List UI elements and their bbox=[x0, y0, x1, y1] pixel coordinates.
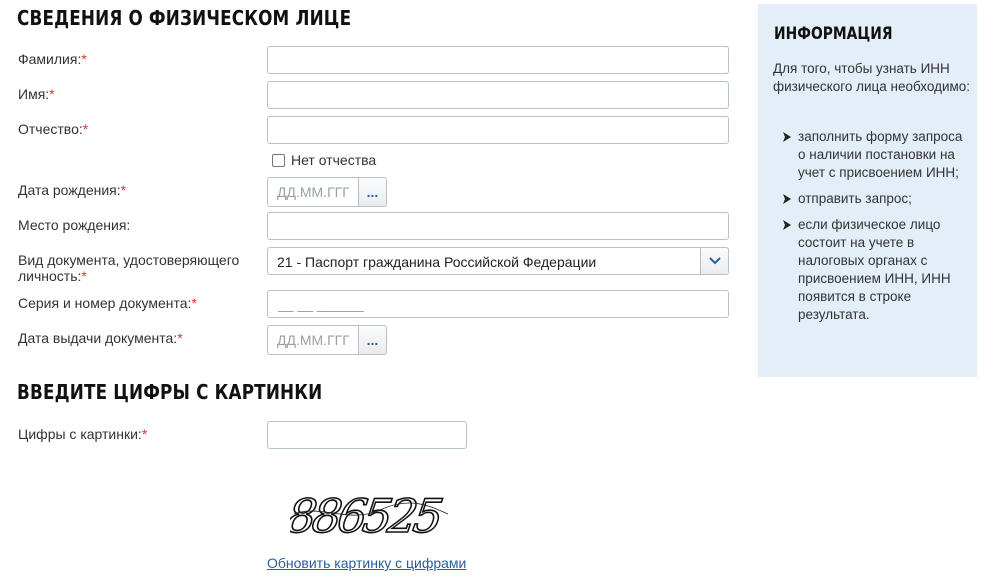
captcha-label: Цифры с картинки:* bbox=[18, 426, 148, 442]
surname-input[interactable] bbox=[267, 46, 729, 74]
issue-date-input[interactable] bbox=[267, 325, 359, 355]
calendar-dots-icon: ... bbox=[366, 332, 379, 348]
captcha-digits: 886525 bbox=[290, 489, 444, 542]
calendar-dots-icon: ... bbox=[366, 184, 379, 200]
doc-type-label: Вид документа, удостоверяющего личность:… bbox=[18, 252, 240, 284]
refresh-captcha-link[interactable]: Обновить картинку с цифрами bbox=[267, 555, 466, 571]
issue-date-picker-button[interactable]: ... bbox=[358, 325, 387, 355]
birth-place-label: Место рождения: bbox=[18, 217, 131, 233]
issue-date-group: ... bbox=[267, 325, 387, 355]
arrow-bullet-icon bbox=[783, 220, 791, 230]
patronymic-label: Отчество:* bbox=[18, 121, 89, 137]
birth-date-group: ... bbox=[267, 177, 387, 207]
issue-date-label: Дата выдачи документа:* bbox=[18, 330, 183, 346]
chevron-down-icon bbox=[708, 257, 721, 265]
doc-number-input[interactable] bbox=[267, 290, 729, 318]
info-list-item: заполнить форму запроса о наличии постан… bbox=[782, 128, 972, 182]
section-title-captcha: ВВЕДИТЕ ЦИФРЫ С КАРТИНКИ bbox=[17, 380, 323, 404]
doc-number-label: Серия и номер документа:* bbox=[18, 295, 197, 311]
doc-type-select[interactable]: 21 - Паспорт гражданина Российской Федер… bbox=[267, 247, 729, 275]
info-list: заполнить форму запроса о наличии постан… bbox=[782, 128, 972, 332]
birth-date-label: Дата рождения:* bbox=[18, 182, 127, 198]
info-intro: Для того, чтобы узнать ИНН физического л… bbox=[773, 61, 971, 94]
birth-date-input[interactable] bbox=[267, 177, 359, 207]
no-patronymic-checkbox[interactable] bbox=[272, 153, 285, 167]
info-panel: ИНФОРМАЦИЯ Для того, чтобы узнать ИНН фи… bbox=[758, 4, 977, 377]
patronymic-input[interactable] bbox=[267, 116, 729, 144]
no-patronymic-label: Нет отчества bbox=[291, 152, 377, 168]
arrow-bullet-icon bbox=[783, 132, 791, 142]
info-list-item: если физическое лицо состоит на учете в … bbox=[782, 216, 972, 324]
arrow-bullet-icon bbox=[783, 194, 791, 204]
captcha-image: 886525 bbox=[290, 488, 449, 542]
name-input[interactable] bbox=[267, 81, 729, 109]
info-list-item: отправить запрос; bbox=[782, 190, 972, 208]
doc-type-selected-value: 21 - Паспорт гражданина Российской Федер… bbox=[277, 254, 597, 270]
birth-date-picker-button[interactable]: ... bbox=[358, 177, 387, 207]
info-title: ИНФОРМАЦИЯ bbox=[774, 24, 893, 43]
name-label: Имя:* bbox=[18, 86, 55, 102]
doc-type-dropdown-button[interactable] bbox=[700, 248, 728, 274]
surname-label: Фамилия:* bbox=[18, 51, 87, 67]
captcha-input[interactable] bbox=[267, 421, 467, 449]
section-title-person: СВЕДЕНИЯ О ФИЗИЧЕСКОМ ЛИЦЕ bbox=[17, 6, 352, 30]
no-patronymic-row[interactable]: Нет отчества bbox=[272, 152, 376, 168]
birth-place-input[interactable] bbox=[267, 212, 729, 240]
